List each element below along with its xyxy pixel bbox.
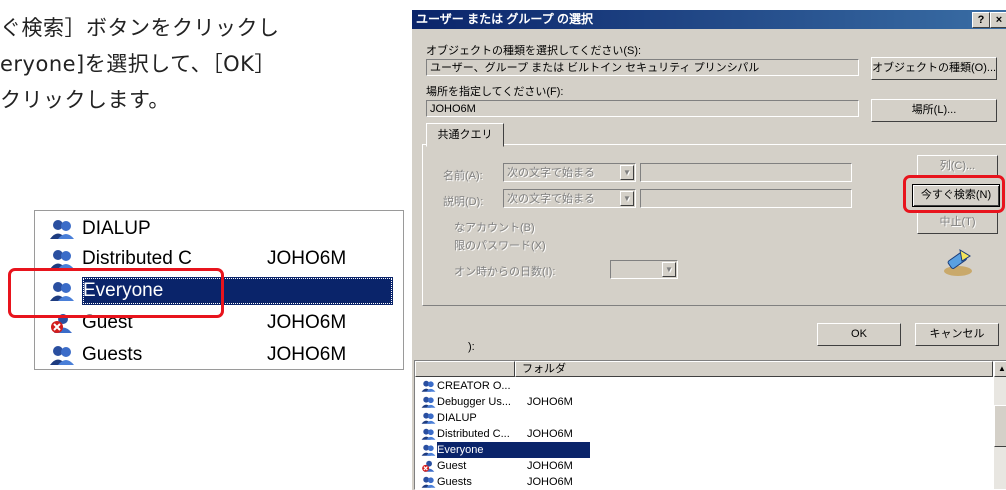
close-button[interactable]: × — [990, 12, 1006, 28]
table-row[interactable]: DIALUP — [421, 410, 981, 426]
row-name: Distributed C... — [437, 428, 510, 440]
instruction-line: ぐ検索］ボタンをクリックし — [0, 16, 280, 40]
table-row[interactable]: CREATOR O... — [421, 378, 981, 394]
location-label: 場所を指定してください(F): — [426, 86, 564, 98]
location-field: JOHO6M — [426, 100, 859, 117]
row-name: Guest — [437, 460, 467, 472]
list-item[interactable]: Distributed C JOHO6M — [35, 245, 403, 273]
scroll-up-icon[interactable]: ▲ — [994, 361, 1006, 377]
description-label: 説明(D): — [443, 196, 484, 208]
group-icon — [421, 428, 436, 440]
zoomed-result-list: DIALUP Distributed C JOHO6M Everyone Gue… — [34, 210, 404, 370]
list-item-name: Distributed C — [82, 248, 192, 269]
instruction-line: eryone]を選択して、［OK］ — [0, 52, 276, 76]
user-disabled-icon — [51, 314, 72, 333]
object-type-field: ユーザー、グループ または ビルトイン セキュリティ プリンシパル — [426, 59, 859, 76]
list-item[interactable]: Guests JOHO6M — [35, 341, 403, 369]
list-item-name: Guest — [82, 312, 133, 333]
group-icon — [421, 396, 436, 408]
tab-common-query[interactable]: 共通クエリ — [426, 123, 504, 147]
search-flashlight-icon — [944, 249, 972, 276]
days-since-logon-select[interactable]: ▼ — [610, 260, 678, 279]
chevron-down-icon[interactable]: ▼ — [620, 191, 634, 206]
group-icon — [50, 250, 74, 269]
list-item-name: DIALUP — [82, 218, 151, 239]
table-row[interactable]: Distributed C... JOHO6M — [421, 426, 981, 442]
ok-button[interactable]: OK — [817, 323, 901, 346]
row-domain: JOHO6M — [527, 476, 573, 488]
group-icon — [50, 346, 74, 365]
name-match-select[interactable]: 次の文字で始まる ▼ — [503, 163, 636, 182]
select-users-dialog: ユーザー または グループ の選択 ? × オブジェクトの種類を選択してください… — [411, 9, 1006, 490]
row-name: DIALUP — [437, 412, 477, 424]
group-icon — [50, 282, 74, 301]
locations-button[interactable]: 場所(L)... — [871, 99, 997, 122]
table-row[interactable]: Guest JOHO6M — [421, 458, 981, 474]
row-domain: JOHO6M — [527, 460, 573, 472]
name-input[interactable] — [640, 163, 852, 182]
table-row-selected[interactable]: Everyone — [421, 442, 981, 458]
row-domain: JOHO6M — [527, 396, 573, 408]
instruction-line: クリックします。 — [0, 88, 170, 112]
object-type-label: オブジェクトの種類を選択してください(S): — [426, 45, 642, 57]
description-match-select[interactable]: 次の文字で始まる ▼ — [503, 189, 636, 208]
row-name: CREATOR O... — [437, 380, 511, 392]
row-name: Guests — [437, 476, 472, 488]
table-row[interactable]: Guests JOHO6M — [421, 474, 981, 489]
results-scrollbar[interactable]: ▲ — [994, 361, 1006, 489]
stop-button[interactable]: 中止(T) — [917, 211, 998, 234]
row-name: Debugger Us... — [437, 396, 511, 408]
column-header-name[interactable] — [415, 361, 515, 377]
days-since-logon-label: オン時からの日数(I): — [454, 266, 556, 278]
search-results-label: ): — [468, 341, 475, 353]
row-name: Everyone — [437, 442, 591, 458]
user-disabled-icon — [422, 460, 435, 472]
list-item-selected[interactable]: Everyone — [35, 277, 403, 305]
group-icon — [50, 220, 74, 239]
list-item-name: Everyone — [82, 277, 394, 305]
list-item-domain: JOHO6M — [267, 248, 347, 269]
group-icon — [421, 380, 436, 392]
list-item[interactable]: DIALUP — [35, 215, 403, 243]
search-now-button[interactable]: 今すぐ検索(N) — [912, 184, 1000, 207]
group-icon — [421, 476, 436, 488]
help-button[interactable]: ? — [972, 12, 990, 28]
dialog-title: ユーザー または グループ の選択 — [416, 12, 594, 26]
list-item[interactable]: Guest JOHO6M — [35, 309, 403, 337]
description-match-value: 次の文字で始まる — [507, 193, 595, 205]
list-item-domain: JOHO6M — [267, 312, 347, 333]
scrollbar-thumb[interactable] — [994, 405, 1006, 447]
object-types-button[interactable]: オブジェクトの種類(O)... — [871, 57, 997, 80]
column-header-folder[interactable]: フォルダ — [515, 361, 993, 377]
columns-button[interactable]: 列(C)... — [917, 155, 998, 178]
dialog-titlebar: ユーザー または グループ の選択 ? × — [412, 10, 1006, 29]
group-icon — [421, 412, 436, 424]
name-match-value: 次の文字で始まる — [507, 167, 595, 179]
chevron-down-icon[interactable]: ▼ — [662, 262, 676, 277]
search-results-list: フォルダ CREATOR O... Debugger Us... JOHO6M … — [414, 360, 1006, 490]
name-label: 名前(A): — [443, 170, 483, 182]
group-icon — [421, 444, 436, 456]
list-item-domain: JOHO6M — [267, 344, 347, 365]
disabled-accounts-checkbox-label[interactable]: なアカウント(B) — [454, 219, 535, 235]
list-item-name: Guests — [82, 344, 143, 365]
table-row[interactable]: Debugger Us... JOHO6M — [421, 394, 981, 410]
chevron-down-icon[interactable]: ▼ — [620, 165, 634, 180]
row-domain: JOHO6M — [527, 428, 573, 440]
description-input[interactable] — [640, 189, 852, 208]
cancel-button[interactable]: キャンセル — [915, 323, 999, 346]
instruction-text: ぐ検索］ボタンをクリックし eryone]を選択して、［OK］ クリックします。 — [0, 10, 395, 118]
non-expiring-password-checkbox-label[interactable]: 限のパスワード(X) — [454, 237, 546, 253]
